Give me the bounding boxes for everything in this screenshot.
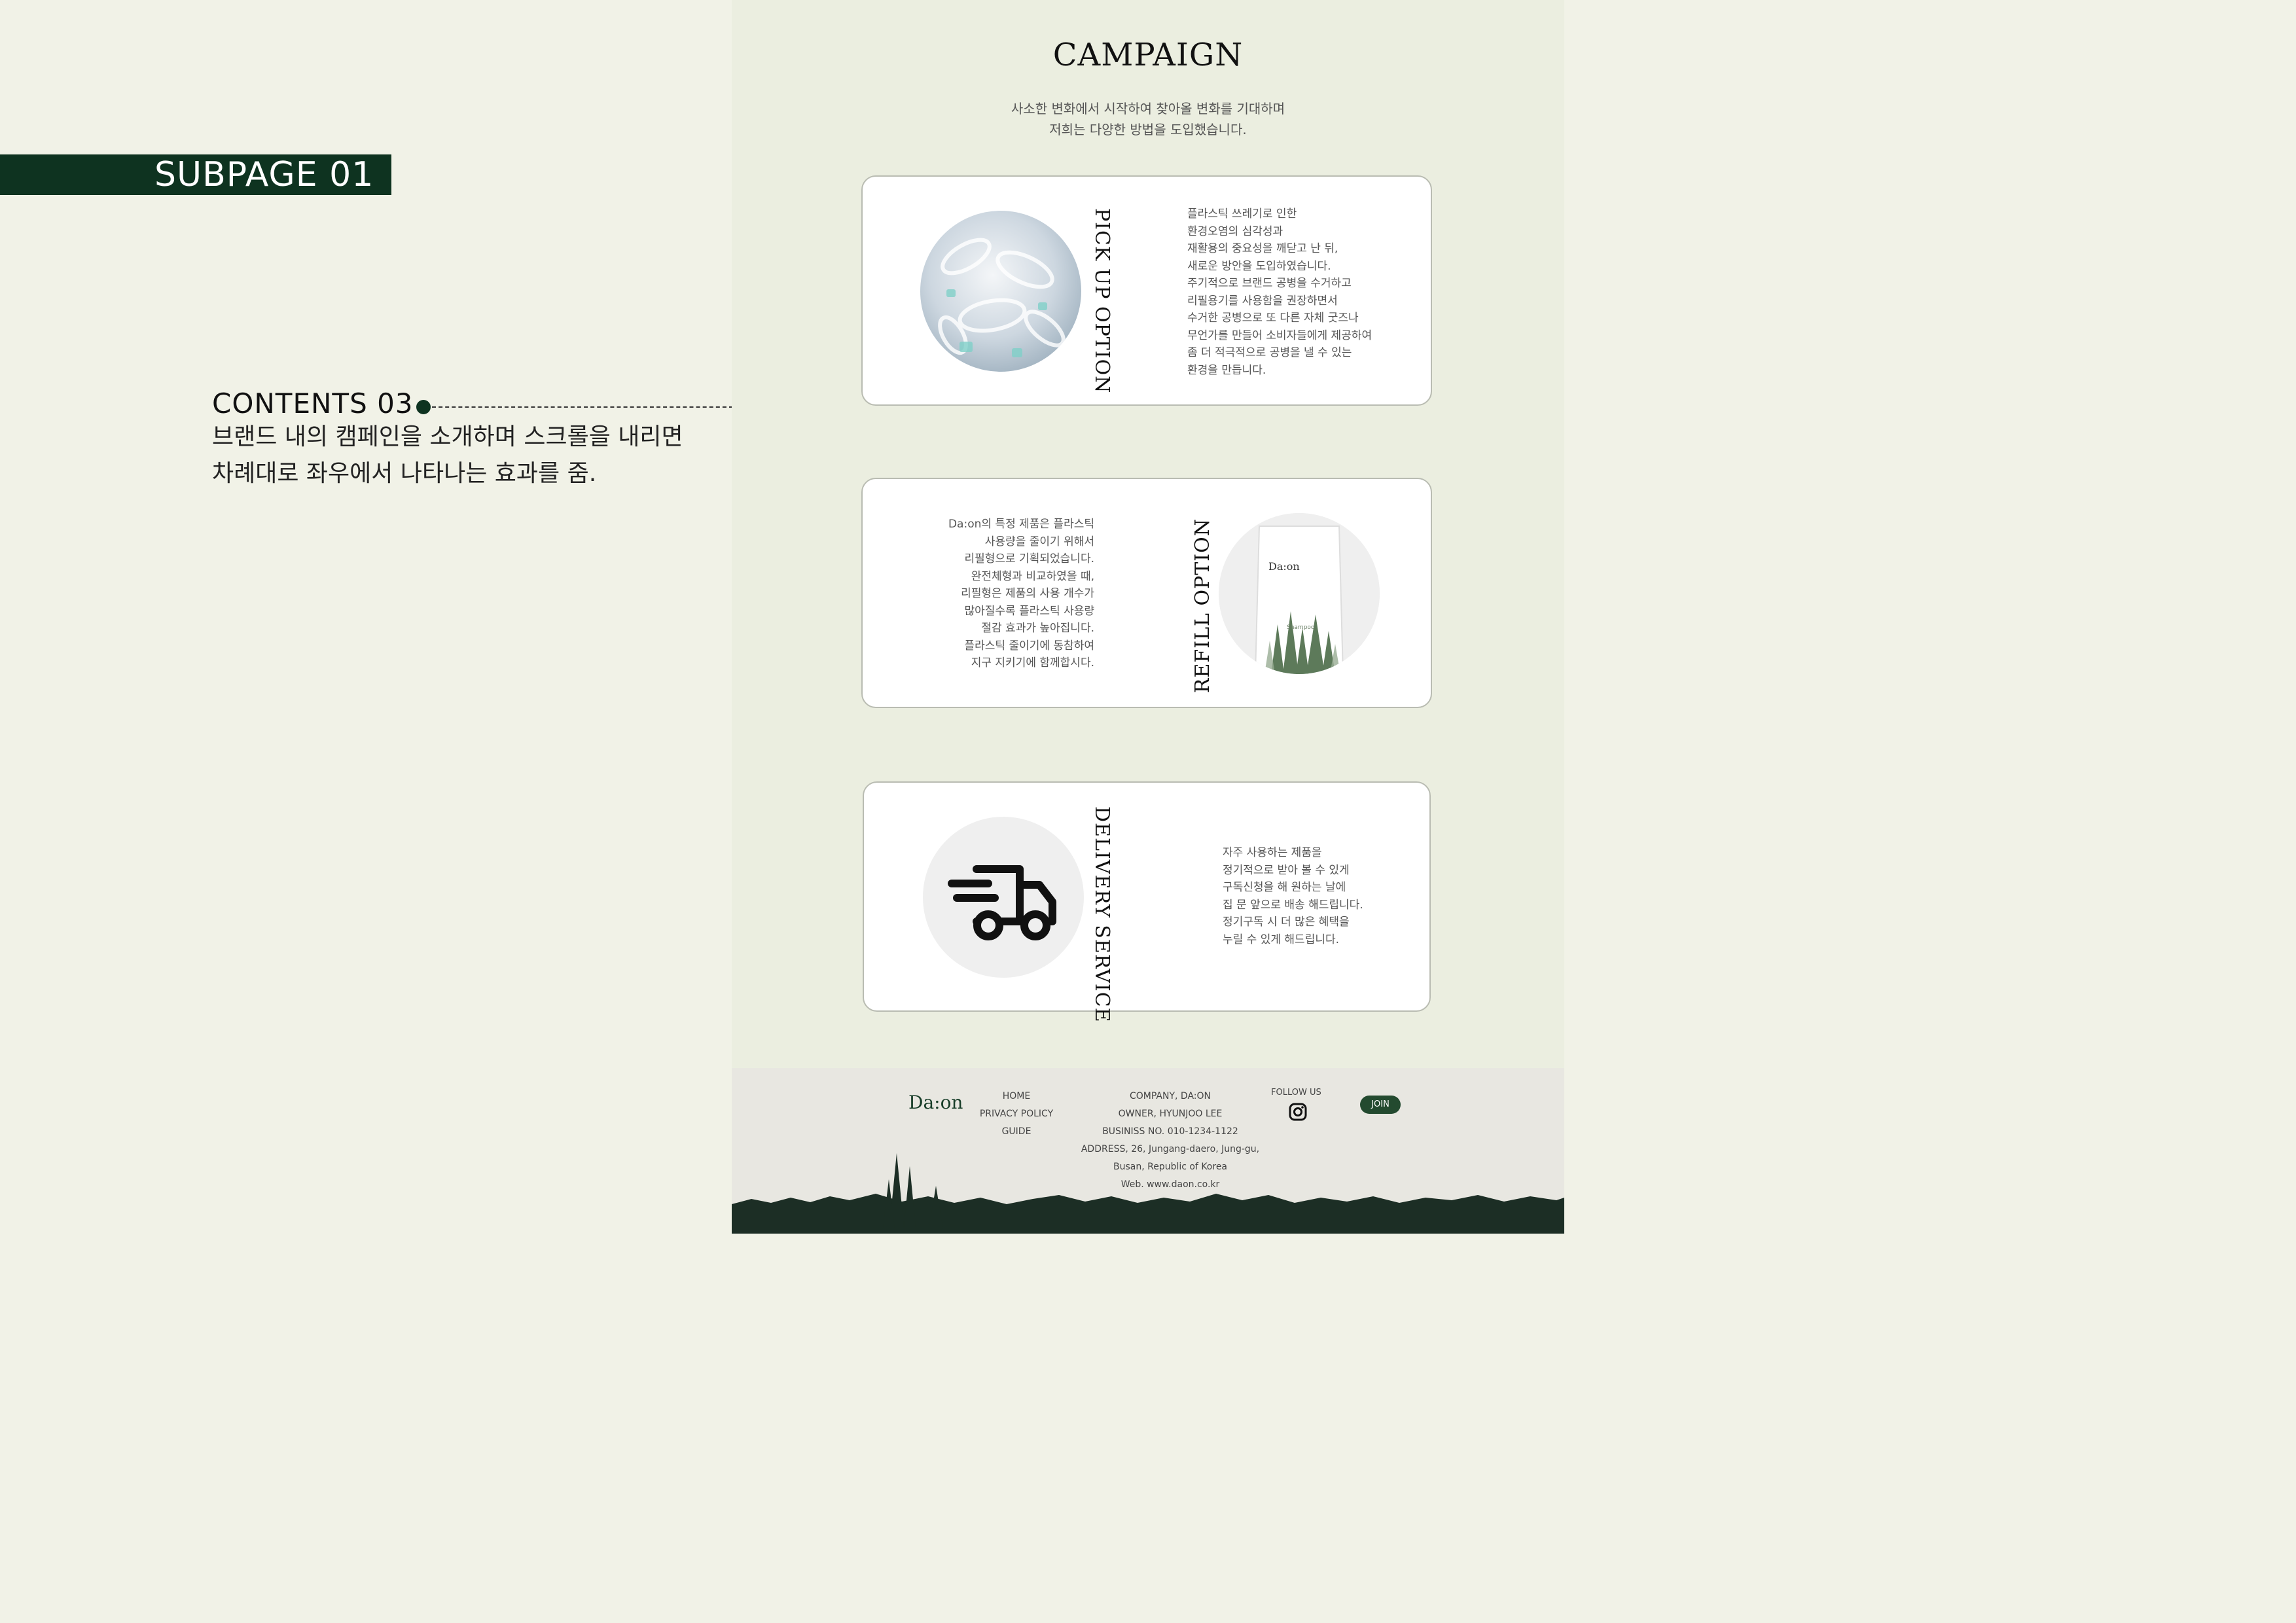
footer-logo[interactable]: Da:on	[908, 1092, 963, 1113]
info-company: COMPANY, DA:ON	[1130, 1091, 1211, 1101]
pointer-dot	[416, 400, 431, 414]
card-text: 자주 사용하는 제품을 정기적으로 받아 볼 수 있게 구독신청을 해 원하는 …	[1223, 846, 1363, 946]
card-title: REFILL OPTION	[1191, 518, 1214, 694]
card-title: PICK UP OPTION	[1090, 208, 1113, 394]
footer-link-home[interactable]: HOME	[974, 1088, 1059, 1105]
card-title: DELIVERY SERVICE	[1090, 806, 1113, 1023]
pouch-brand: Da:on	[1268, 560, 1300, 573]
info-owner: OWNER, HYUNJOO LEE	[1118, 1109, 1223, 1119]
info-business-no: BUSINISS NO. 010-1234-1122	[1102, 1126, 1238, 1137]
pickup-option-card[interactable]: PICK UP OPTION 플라스틱 쓰레기로 인한 환경오염의 심각성과 재…	[861, 175, 1432, 406]
refill-pouch-photo: Da:on Shampoo	[1219, 513, 1380, 674]
instagram-icon[interactable]	[1288, 1102, 1308, 1122]
campaign-subtitle: 사소한 변화에서 시작하여 찾아올 변화를 기대하며 저희는 다양한 방법을 도…	[1011, 101, 1285, 137]
follow-us-label: FOLLOW US	[1271, 1088, 1321, 1097]
plastic-bottles-photo	[920, 211, 1081, 372]
footer-link-guide[interactable]: GUIDE	[974, 1123, 1059, 1141]
site-footer: Da:on HOME PRIVACY POLICY GUIDE COMPANY,…	[732, 1068, 1564, 1234]
contents-label: CONTENTS 03	[212, 387, 414, 419]
campaign-title: CAMPAIGN	[1052, 37, 1244, 73]
card-text: Da:on의 특정 제품은 플라스틱 사용량을 줄이기 위해서 리필형으로 기획…	[948, 518, 1094, 669]
pouch-label: Shampoo	[1287, 624, 1315, 631]
subpage-label: SUBPAGE 01	[0, 154, 391, 195]
card-text: 플라스틱 쓰레기로 인한 환경오염의 심각성과 재활용의 중요성을 깨닫고 난 …	[1187, 207, 1372, 377]
campaign-page: CAMPAIGN 사소한 변화에서 시작하여 찾아올 변화를 기대하며 저희는 …	[732, 0, 1564, 1234]
forest-silhouette	[732, 1153, 1564, 1234]
delivery-truck-icon	[923, 817, 1084, 978]
footer-link-privacy[interactable]: PRIVACY POLICY	[974, 1105, 1059, 1123]
pointer-line	[432, 406, 733, 408]
footer-nav: HOME PRIVACY POLICY GUIDE	[974, 1088, 1059, 1141]
join-button[interactable]: JOIN	[1360, 1096, 1401, 1114]
contents-description: 브랜드 내의 캠페인을 소개하며 스크롤을 내리면 차례대로 좌우에서 나타나는…	[212, 423, 683, 487]
refill-option-card[interactable]: Da:on의 특정 제품은 플라스틱 사용량을 줄이기 위해서 리필형으로 기획…	[861, 478, 1432, 708]
delivery-service-card[interactable]: DELIVERY SERVICE 자주 사용하는 제품을 정기적으로 받아 볼 …	[863, 781, 1431, 1023]
